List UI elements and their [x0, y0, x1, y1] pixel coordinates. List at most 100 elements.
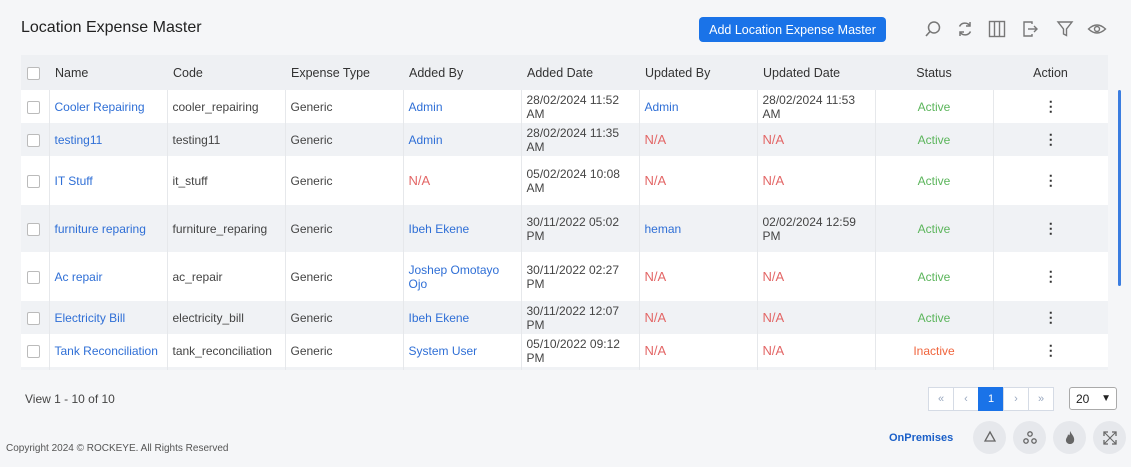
status-badge: Active — [917, 310, 951, 325]
expense-type: Generic — [290, 173, 333, 188]
table-row — [21, 367, 1108, 370]
status-badge: Active — [917, 173, 951, 188]
eye-icon[interactable] — [1087, 19, 1107, 39]
expense-name-link[interactable]: Tank Reconciliation — [55, 344, 158, 358]
added-by-link[interactable]: Admin — [409, 100, 443, 114]
added-date: 30/11/2022 05:02 PM — [526, 214, 620, 243]
added-by-link[interactable]: Joshep Omotayo Ojo — [409, 263, 500, 291]
prev-page-button[interactable]: ‹ — [953, 387, 979, 411]
search-icon[interactable] — [923, 19, 943, 39]
added-by-link[interactable]: N/A — [409, 173, 431, 188]
select-all-cell[interactable] — [21, 55, 49, 90]
expense-name-link[interactable]: Electricity Bill — [55, 311, 126, 325]
table-row[interactable]: Tank Reconciliation tank_reconciliation Ge… — [21, 334, 1108, 367]
expense-type: Generic — [290, 221, 333, 236]
current-page-button[interactable]: 1 — [978, 387, 1004, 411]
column-header-added-by[interactable]: Added By — [403, 55, 521, 90]
added-by-link[interactable]: Ibeh Ekene — [409, 222, 470, 236]
updated-by-link[interactable]: N/A — [645, 343, 667, 358]
expense-name-link[interactable]: Ac repair — [55, 270, 103, 284]
added-date: 30/11/2022 12:07 PM — [526, 303, 620, 332]
more-options-icon[interactable]: ⋮ — [1044, 220, 1058, 236]
expense-name-link[interactable]: Cooler Repairing — [55, 100, 145, 114]
page-size-value: 20 — [1076, 391, 1090, 406]
fire-icon[interactable] — [1053, 421, 1086, 454]
first-page-button[interactable]: « — [928, 387, 954, 411]
added-by-link[interactable]: Admin — [409, 133, 443, 147]
chevron-down-icon: ▼ — [1101, 393, 1111, 404]
column-header-updated-by[interactable]: Updated By — [639, 55, 757, 90]
export-icon[interactable] — [1020, 19, 1040, 39]
row-checkbox[interactable] — [27, 270, 40, 284]
column-header-status[interactable]: Status — [875, 55, 993, 90]
updated-date: 28/02/2024 11:53 AM — [762, 92, 856, 121]
column-header-code[interactable]: Code — [167, 55, 285, 90]
more-options-icon[interactable]: ⋮ — [1044, 268, 1058, 284]
column-header-added-date[interactable]: Added Date — [521, 55, 639, 90]
table-row[interactable]: Ac repair ac_repair Generic Joshep Omotayo … — [21, 252, 1108, 301]
row-checkbox[interactable] — [27, 174, 40, 188]
refresh-icon[interactable] — [955, 19, 975, 39]
expense-code: electricity_bill — [172, 310, 244, 325]
select-all-checkbox[interactable] — [27, 66, 40, 80]
columns-icon[interactable] — [987, 19, 1007, 39]
table-row[interactable]: IT Stuff it_stuff Generic N/A 05/02/2024 10:… — [21, 156, 1108, 205]
updated-by-link[interactable]: N/A — [645, 269, 667, 284]
updated-by-link[interactable]: N/A — [645, 310, 667, 325]
added-date: 05/02/2024 10:08 AM — [526, 166, 620, 195]
column-header-updated-date[interactable]: Updated Date — [757, 55, 875, 90]
more-options-icon[interactable]: ⋮ — [1044, 172, 1058, 188]
status-badge: Active — [917, 221, 951, 236]
expense-code: testing11 — [172, 132, 221, 147]
add-location-expense-master-button[interactable]: Add Location Expense Master — [699, 17, 886, 42]
expense-code: cooler_repairing — [172, 99, 259, 114]
row-checkbox[interactable] — [27, 100, 40, 114]
table-row[interactable]: furniture reparing furniture_reparing Gene… — [21, 205, 1108, 252]
updated-date: N/A — [762, 173, 785, 188]
expense-name-link[interactable]: IT Stuff — [55, 174, 93, 188]
status-badge: Active — [917, 99, 951, 114]
table-row[interactable]: Electricity Bill electricity_bill Generic I… — [21, 301, 1108, 334]
table-scrollbar[interactable] — [1118, 90, 1121, 286]
column-header-name[interactable]: Name — [49, 55, 167, 90]
network-icon[interactable] — [1013, 421, 1046, 454]
last-page-button[interactable]: » — [1028, 387, 1054, 411]
recycle-icon[interactable] — [973, 421, 1006, 454]
fullscreen-icon[interactable] — [1093, 421, 1126, 454]
more-options-icon[interactable]: ⋮ — [1044, 342, 1058, 358]
copyright-text: Copyright 2024 © ROCKEYE. All Rights Res… — [6, 443, 229, 454]
updated-by-link[interactable]: Admin — [645, 100, 679, 114]
deployment-mode-label[interactable]: OnPremises — [889, 432, 953, 444]
added-date: 05/10/2022 09:12 PM — [526, 336, 620, 365]
expense-name-link[interactable]: testing11 — [55, 133, 103, 147]
expense-name-link[interactable]: furniture reparing — [55, 222, 146, 236]
updated-by-link[interactable]: N/A — [645, 173, 667, 188]
row-checkbox[interactable] — [27, 344, 40, 358]
more-options-icon[interactable]: ⋮ — [1044, 98, 1058, 114]
next-page-button[interactable]: › — [1003, 387, 1029, 411]
updated-date: N/A — [762, 132, 785, 147]
expense-type: Generic — [290, 269, 333, 284]
updated-date: N/A — [762, 269, 785, 284]
row-checkbox[interactable] — [27, 222, 40, 236]
row-checkbox[interactable] — [27, 311, 40, 325]
page-title: Location Expense Master — [21, 19, 202, 36]
updated-by-link[interactable]: heman — [645, 222, 682, 236]
updated-date: 02/02/2024 12:59 PM — [762, 214, 856, 243]
page-size-select[interactable]: 20 ▼ — [1069, 387, 1117, 410]
column-header-expense-type[interactable]: Expense Type — [285, 55, 403, 90]
updated-by-link[interactable]: N/A — [645, 132, 667, 147]
more-options-icon[interactable]: ⋮ — [1044, 131, 1058, 147]
added-by-link[interactable]: System User — [409, 344, 478, 358]
expense-code: tank_reconciliation — [172, 343, 272, 358]
expense-code: furniture_reparing — [172, 221, 268, 236]
added-by-link[interactable]: Ibeh Ekene — [409, 311, 470, 325]
table-row[interactable]: Cooler Repairing cooler_repairing Generic A… — [21, 90, 1108, 123]
record-count: View 1 - 10 of 10 — [25, 392, 115, 406]
table-row[interactable]: testing11 testing11 Generic Admin 28/02/2024… — [21, 123, 1108, 156]
more-options-icon[interactable]: ⋮ — [1044, 309, 1058, 325]
filter-icon[interactable] — [1055, 19, 1075, 39]
row-checkbox[interactable] — [27, 133, 40, 147]
added-date: 28/02/2024 11:52 AM — [526, 92, 620, 121]
expense-type: Generic — [290, 132, 333, 147]
